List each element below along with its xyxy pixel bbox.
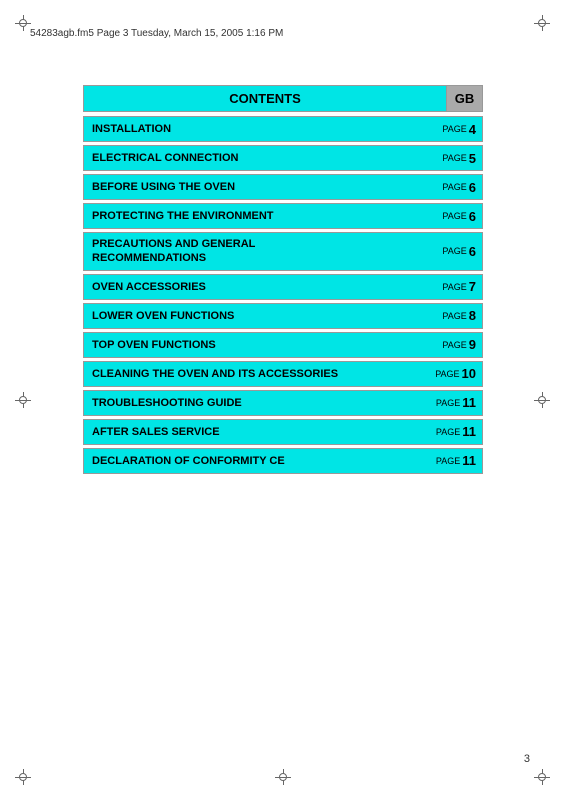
toc-row: LOWER OVEN FUNCTIONSPAGE8 <box>83 303 483 329</box>
page-word-label: PAGE <box>436 427 460 437</box>
page-number-value: 7 <box>469 279 476 294</box>
toc-item-label: TOP OVEN FUNCTIONS <box>84 335 422 355</box>
contents-header-row: CONTENTS GB <box>83 85 483 112</box>
toc-item-label: PRECAUTIONS AND GENERALRECOMMENDATIONS <box>84 233 422 270</box>
toc-row: INSTALLATIONPAGE4 <box>83 116 483 142</box>
toc-item-page: PAGE6 <box>422 205 482 228</box>
page-word-label: PAGE <box>442 282 466 292</box>
toc-item-label: INSTALLATION <box>84 119 422 139</box>
toc-item-page: PAGE9 <box>422 333 482 356</box>
toc-row: PRECAUTIONS AND GENERALRECOMMENDATIONSPA… <box>83 232 483 271</box>
toc-item-label: AFTER SALES SERVICE <box>84 422 422 442</box>
toc-item-page: PAGE11 <box>422 391 482 414</box>
header-file-info: 54283agb.fm5 Page 3 Tuesday, March 15, 2… <box>30 28 535 39</box>
crosshair-bot-left <box>15 769 31 785</box>
crosshair-mid-left <box>15 392 31 408</box>
toc-item-page: PAGE7 <box>422 275 482 298</box>
toc-row: ELECTRICAL CONNECTIONPAGE5 <box>83 145 483 171</box>
page-number-value: 6 <box>469 180 476 195</box>
page-word-label: PAGE <box>442 124 466 134</box>
toc-item-page: PAGE5 <box>422 147 482 170</box>
toc-item-label: LOWER OVEN FUNCTIONS <box>84 306 422 326</box>
crosshair-top-left <box>15 15 31 31</box>
toc-item-label: DECLARATION OF CONFORMITY CE <box>84 451 422 471</box>
toc-item-page: PAGE6 <box>422 240 482 263</box>
toc-row: CLEANING THE OVEN AND ITS ACCESSORIESPAG… <box>83 361 483 387</box>
page-number-value: 11 <box>462 453 476 468</box>
toc-item-label: CLEANING THE OVEN AND ITS ACCESSORIES <box>84 364 422 384</box>
contents-gb: GB <box>447 85 483 112</box>
page-word-label: PAGE <box>435 369 459 379</box>
toc-item-page: PAGE10 <box>422 362 482 385</box>
page-word-label: PAGE <box>442 246 466 256</box>
page-word-label: PAGE <box>442 153 466 163</box>
toc-row: AFTER SALES SERVICEPAGE11 <box>83 419 483 445</box>
page-number-value: 11 <box>462 395 476 410</box>
crosshair-top-right <box>534 15 550 31</box>
page-number-value: 10 <box>462 366 476 381</box>
toc-row: TOP OVEN FUNCTIONSPAGE9 <box>83 332 483 358</box>
crosshair-mid-right <box>534 392 550 408</box>
page-word-label: PAGE <box>436 456 460 466</box>
crosshair-bot-center <box>275 769 291 785</box>
page-number-value: 8 <box>469 308 476 323</box>
page-word-label: PAGE <box>442 182 466 192</box>
crosshair-bot-right <box>534 769 550 785</box>
page-number-value: 6 <box>469 209 476 224</box>
toc-item-page: PAGE11 <box>422 449 482 472</box>
toc-list: INSTALLATIONPAGE4ELECTRICAL CONNECTIONPA… <box>83 116 483 474</box>
contents-title: CONTENTS <box>83 85 447 112</box>
page-word-label: PAGE <box>436 398 460 408</box>
page-number-value: 4 <box>469 122 476 137</box>
page-number-value: 5 <box>469 151 476 166</box>
toc-item-label: ELECTRICAL CONNECTION <box>84 148 422 168</box>
toc-item-page: PAGE8 <box>422 304 482 327</box>
page-number-value: 9 <box>469 337 476 352</box>
page-number: 3 <box>524 753 530 765</box>
toc-row: TROUBLESHOOTING GUIDEPAGE11 <box>83 390 483 416</box>
page-number-value: 11 <box>462 424 476 439</box>
toc-item-page: PAGE6 <box>422 176 482 199</box>
toc-row: PROTECTING THE ENVIRONMENTPAGE6 <box>83 203 483 229</box>
toc-item-label: BEFORE USING THE OVEN <box>84 177 422 197</box>
toc-row: OVEN ACCESSORIESPAGE7 <box>83 274 483 300</box>
page-word-label: PAGE <box>442 211 466 221</box>
toc-item-label: OVEN ACCESSORIES <box>84 277 422 297</box>
toc-item-label: TROUBLESHOOTING GUIDE <box>84 393 422 413</box>
page-word-label: PAGE <box>442 340 466 350</box>
page-word-label: PAGE <box>442 311 466 321</box>
contents-table: CONTENTS GB INSTALLATIONPAGE4ELECTRICAL … <box>83 85 483 477</box>
toc-item-label: PROTECTING THE ENVIRONMENT <box>84 206 422 226</box>
toc-row: DECLARATION OF CONFORMITY CEPAGE11 <box>83 448 483 474</box>
toc-row: BEFORE USING THE OVENPAGE6 <box>83 174 483 200</box>
page: 54283agb.fm5 Page 3 Tuesday, March 15, 2… <box>0 0 565 800</box>
toc-item-page: PAGE4 <box>422 118 482 141</box>
page-number-value: 6 <box>469 244 476 259</box>
toc-item-page: PAGE11 <box>422 420 482 443</box>
